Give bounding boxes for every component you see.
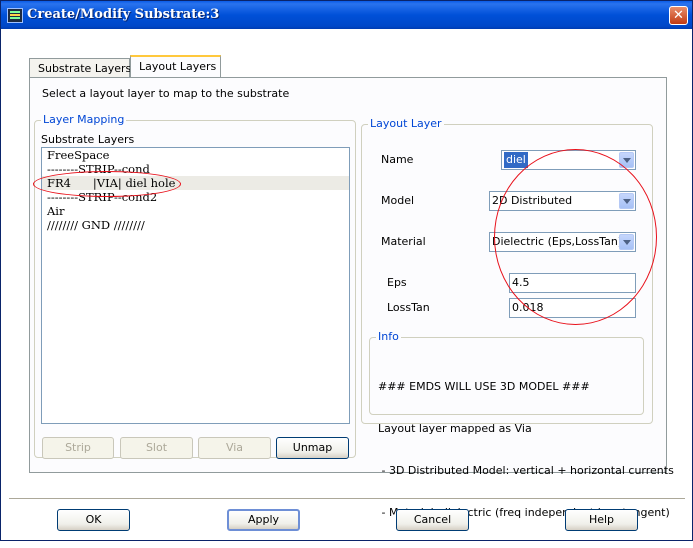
apply-button[interactable]: Apply	[227, 509, 300, 531]
info-title: Info	[376, 330, 401, 343]
list-item[interactable]: //////// GND ////////	[42, 218, 349, 232]
instruction-text: Select a layout layer to map to the subs…	[42, 87, 290, 100]
layout-layer-title: Layout Layer	[368, 117, 444, 130]
layer-mapping-title: Layer Mapping	[41, 113, 127, 126]
substrate-layers-list[interactable]: FreeSpace --------STRIP--cond FR4 |VIA| …	[41, 147, 350, 424]
list-item[interactable]: FreeSpace	[42, 148, 349, 162]
app-icon	[7, 8, 23, 23]
name-select-value: diel	[504, 152, 528, 168]
info-line: Layout layer mapped as Via	[378, 422, 532, 435]
name-label: Name	[381, 153, 414, 166]
help-button[interactable]: Help	[565, 509, 638, 531]
via-button[interactable]: Via	[198, 437, 271, 459]
tab-panel-layout-layers: Select a layout layer to map to the subs…	[29, 77, 674, 519]
footer-separator	[9, 498, 685, 500]
chevron-down-icon[interactable]	[619, 152, 634, 168]
model-select[interactable]: 2D Distributed	[489, 191, 636, 211]
info-line: ### EMDS WILL USE 3D MODEL ###	[378, 380, 590, 393]
substrate-layers-label: Substrate Layers	[41, 133, 135, 146]
losstan-input[interactable]: 0.018	[509, 298, 636, 318]
cancel-button[interactable]: Cancel	[396, 509, 469, 531]
material-select-value: Dielectric (Eps,LossTan)	[492, 235, 623, 248]
ok-button[interactable]: OK	[57, 509, 130, 531]
strip-button[interactable]: Strip	[42, 437, 114, 459]
slot-button[interactable]: Slot	[120, 437, 193, 459]
losstan-label: LossTan	[387, 301, 430, 314]
tab-substrate-layers[interactable]: Substrate Layers	[29, 58, 131, 79]
window-title: Create/Modify Substrate:3	[27, 7, 220, 22]
chevron-down-icon[interactable]	[619, 193, 634, 209]
list-item[interactable]: --------STRIP--cond2	[42, 190, 349, 204]
model-select-value: 2D Distributed	[492, 194, 573, 207]
title-bar[interactable]: Create/Modify Substrate:3 ✕	[1, 1, 692, 29]
name-select[interactable]: diel	[501, 150, 636, 170]
info-group: Info ### EMDS WILL USE 3D MODEL ### Layo…	[369, 330, 674, 519]
material-label: Material	[381, 235, 426, 248]
list-item[interactable]: Air	[42, 204, 349, 218]
dialog-body: Substrate Layers Layout Layers Select a …	[1, 29, 692, 540]
dialog-window: Create/Modify Substrate:3 ✕ Substrate La…	[0, 0, 693, 541]
unmap-button[interactable]: Unmap	[276, 437, 349, 459]
list-item[interactable]: --------STRIP--cond	[42, 162, 349, 176]
close-button[interactable]: ✕	[669, 6, 688, 25]
model-label: Model	[381, 194, 415, 207]
chevron-down-icon[interactable]	[619, 234, 634, 250]
list-item-selected[interactable]: FR4 |VIA| diel hole	[42, 176, 349, 190]
eps-label: Eps	[387, 276, 407, 289]
info-line: - 3D Distributed Model: vertical + horiz…	[378, 464, 674, 477]
material-select[interactable]: Dielectric (Eps,LossTan)	[489, 232, 636, 252]
eps-input[interactable]: 4.5	[509, 273, 636, 293]
